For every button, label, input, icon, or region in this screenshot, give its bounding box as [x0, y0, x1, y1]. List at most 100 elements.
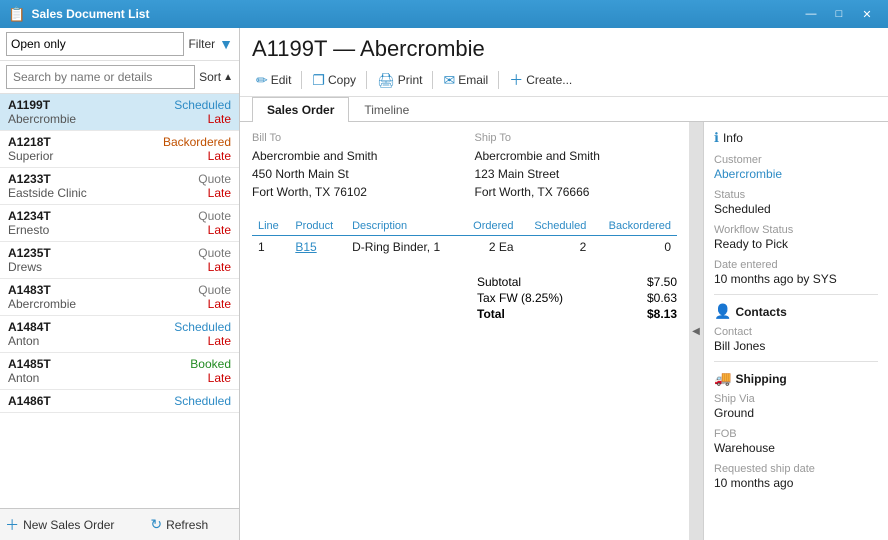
bottom-bar: ＋ New Sales Order ↻ Refresh — [0, 508, 239, 540]
tab-timeline[interactable]: Timeline — [349, 97, 424, 122]
fob-value: Warehouse — [714, 441, 878, 455]
total-value: $8.13 — [647, 307, 677, 321]
sort-arrow-icon: ▲ — [223, 72, 233, 83]
edit-button[interactable]: ✏ Edit — [252, 70, 295, 91]
expand-handle[interactable]: ◀ — [689, 122, 703, 540]
email-icon: ✉ — [443, 72, 455, 89]
ship-date-value: 10 months ago — [714, 476, 878, 490]
sort-button[interactable]: Sort ▲ — [199, 70, 233, 84]
contact-label: Contact — [714, 326, 878, 338]
ship-to-address2: Fort Worth, TX 76666 — [475, 183, 678, 201]
status-label: Status — [714, 189, 878, 201]
toolbar-separator-3 — [432, 71, 433, 89]
refresh-button[interactable]: ↻ Refresh — [120, 509, 240, 540]
doc-late-badge: Late — [208, 297, 231, 311]
ship-via-label: Ship Via — [714, 393, 878, 405]
main-content: Bill To Abercrombie and Smith 450 North … — [240, 122, 689, 540]
total-label: Total — [477, 307, 505, 321]
contacts-section-title: 👤 Contacts — [714, 303, 878, 320]
doc-late-badge: Late — [208, 334, 231, 348]
list-item[interactable]: A1235T Quote Drews Late — [0, 242, 239, 279]
contacts-icon: 👤 — [714, 303, 731, 320]
contact-field: Contact Bill Jones — [714, 326, 878, 353]
list-item[interactable]: A1483T Quote Abercrombie Late — [0, 279, 239, 316]
totals-section: Subtotal $7.50 Tax FW (8.25%) $0.63 Tota… — [477, 274, 677, 322]
refresh-label: Refresh — [166, 518, 208, 532]
col-ordered[interactable]: Ordered — [460, 217, 520, 236]
doc-name: Drews — [8, 260, 42, 274]
plus-icon: ＋ — [5, 515, 19, 535]
cell-scheduled: 2 — [520, 236, 593, 259]
doc-status: Scheduled — [174, 394, 231, 408]
search-input[interactable] — [6, 65, 195, 89]
doc-name: Eastside Clinic — [8, 186, 87, 200]
tax-row: Tax FW (8.25%) $0.63 — [477, 290, 677, 306]
list-item[interactable]: A1234T Quote Ernesto Late — [0, 205, 239, 242]
new-sales-order-button[interactable]: ＋ New Sales Order — [0, 509, 120, 540]
main-container: Open only Filter ▼ Sort ▲ A1199T Schedul… — [0, 28, 888, 540]
app-icon: 📋 — [8, 6, 25, 23]
search-sort-row: Sort ▲ — [0, 61, 239, 94]
doc-late-badge: Late — [208, 371, 231, 385]
bill-to-label: Bill To — [252, 132, 455, 144]
doc-name: Abercrombie — [8, 112, 76, 126]
col-product[interactable]: Product — [289, 217, 346, 236]
shipping-icon: 🚚 — [714, 370, 731, 387]
doc-id: A1234T — [8, 209, 51, 223]
copy-button[interactable]: ❐ Copy — [308, 70, 360, 91]
maximize-button[interactable]: □ — [826, 5, 852, 23]
fob-field: FOB Warehouse — [714, 428, 878, 455]
cell-product[interactable]: B15 — [289, 236, 346, 259]
info-date-field: Date entered 10 months ago by SYS — [714, 259, 878, 286]
info-workflow-field: Workflow Status Ready to Pick — [714, 224, 878, 251]
info-status-field: Status Scheduled — [714, 189, 878, 216]
bill-to-address2: Fort Worth, TX 76102 — [252, 183, 455, 201]
doc-late-badge: Late — [208, 149, 231, 163]
edit-icon: ✏ — [256, 72, 268, 89]
customer-label: Customer — [714, 154, 878, 166]
close-button[interactable]: ✕ — [854, 5, 880, 23]
doc-title: A1199T — Abercrombie — [252, 36, 876, 62]
doc-id: A1485T — [8, 357, 51, 371]
doc-status: Quote — [198, 283, 231, 297]
list-item[interactable]: A1218T Backordered Superior Late — [0, 131, 239, 168]
minimize-button[interactable]: — — [798, 5, 824, 23]
info-panel: ℹ Info Customer Abercrombie Status Sched… — [703, 122, 888, 540]
col-backordered[interactable]: Backordered — [592, 217, 677, 236]
doc-name: Anton — [8, 371, 39, 385]
customer-value[interactable]: Abercrombie — [714, 167, 878, 181]
col-scheduled[interactable]: Scheduled — [520, 217, 593, 236]
filter-row: Open only Filter ▼ — [0, 28, 239, 61]
list-item[interactable]: A1199T Scheduled Abercrombie Late — [0, 94, 239, 131]
doc-header: A1199T — Abercrombie ✏ Edit ❐ Copy 🖨 Pri… — [240, 28, 888, 97]
email-button[interactable]: ✉ Email — [439, 70, 492, 91]
workflow-label: Workflow Status — [714, 224, 878, 236]
contact-value: Bill Jones — [714, 339, 878, 353]
subtotal-row: Subtotal $7.50 — [477, 274, 677, 290]
doc-id: A1484T — [8, 320, 51, 334]
col-line[interactable]: Line — [252, 217, 289, 236]
copy-icon: ❐ — [312, 72, 325, 89]
document-list: A1199T Scheduled Abercrombie Late A1218T… — [0, 94, 239, 508]
status-value: Scheduled — [714, 202, 878, 216]
list-item[interactable]: A1486T Scheduled — [0, 390, 239, 413]
info-customer-field: Customer Abercrombie — [714, 154, 878, 181]
list-item[interactable]: A1484T Scheduled Anton Late — [0, 316, 239, 353]
total-row: Total $8.13 — [477, 306, 677, 322]
tax-label: Tax FW (8.25%) — [477, 291, 563, 305]
tab-sales-order[interactable]: Sales Order — [252, 97, 349, 122]
col-description[interactable]: Description — [346, 217, 460, 236]
ship-date-field: Requested ship date 10 months ago — [714, 463, 878, 490]
filter-select[interactable]: Open only — [6, 32, 184, 56]
create-button[interactable]: ＋ Create... — [505, 68, 576, 92]
print-button[interactable]: 🖨 Print — [373, 70, 426, 91]
doc-status: Quote — [198, 246, 231, 260]
doc-id: A1235T — [8, 246, 51, 260]
title-bar: 📋 Sales Document List — □ ✕ — [0, 0, 888, 28]
doc-status: Quote — [198, 209, 231, 223]
list-item[interactable]: A1233T Quote Eastside Clinic Late — [0, 168, 239, 205]
filter-label: Filter — [188, 37, 215, 51]
tabs: Sales Order Timeline — [240, 97, 888, 122]
list-item[interactable]: A1485T Booked Anton Late — [0, 353, 239, 390]
ship-via-value: Ground — [714, 406, 878, 420]
